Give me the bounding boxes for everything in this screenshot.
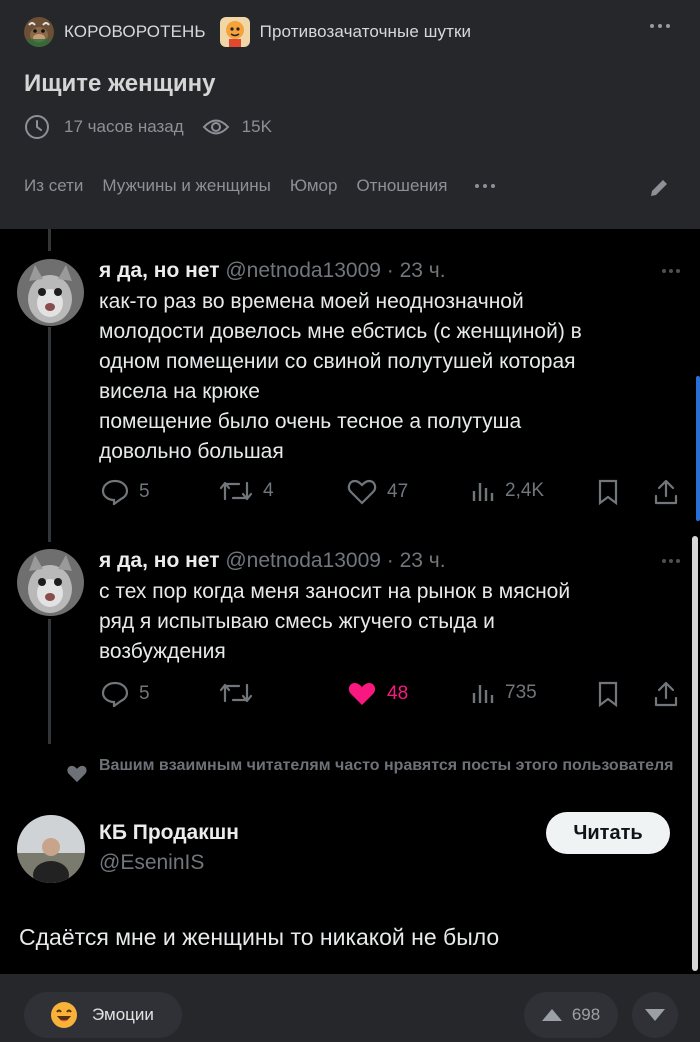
reply-action: 5 (101, 681, 150, 707)
tag-list: Из сети Мужчины и женщины Юмор Отношения (24, 176, 495, 196)
tweet-header: я да, но нет @netnoda13009 · 23 ч. (99, 259, 446, 283)
post-footer: Эмоции 698 (0, 974, 700, 1042)
upvote-button[interactable]: 698 (524, 992, 618, 1038)
suggestion-text: Вашим взаимным читателям часто нравятся … (99, 757, 674, 774)
avatar (17, 549, 84, 616)
more-dots-icon (662, 269, 680, 273)
reply-icon (101, 479, 129, 505)
share-icon (653, 478, 689, 506)
more-dots-icon (662, 559, 680, 563)
scrollbar (692, 536, 698, 971)
downvote-button[interactable] (632, 992, 678, 1038)
avatar (17, 259, 84, 326)
bar-chart-icon (472, 685, 494, 703)
subcommunity-avatar-icon[interactable] (219, 17, 250, 47)
tweet-text: с тех пор когда меня заносит на рынок в … (99, 580, 571, 663)
tweet-handle: @netnoda13009 · 23 ч. (225, 549, 446, 572)
avatar (17, 815, 85, 883)
view-count: 15K (241, 117, 272, 136)
scroll-indicator (696, 376, 700, 521)
tag-item[interactable]: Из сети (24, 176, 83, 196)
triangle-up-icon (541, 1009, 562, 1021)
suggested-user-handle: @EseninIS (99, 851, 205, 874)
community-name-link[interactable]: КОРОВОРОТЕНЬ (64, 22, 206, 42)
suggested-user-name: КБ Продакшн (99, 821, 239, 844)
reply-icon (101, 681, 129, 707)
laughing-emoji-icon (50, 1001, 78, 1029)
breadcrumb: КОРОВОРОТЕНЬ Противозачаточные шутки (24, 16, 485, 48)
heart-icon (66, 764, 88, 789)
tweet-text: Сдаётся мне и женщины то никакой не было (19, 924, 500, 950)
tweet-header: я да, но нет @netnoda13009 · 23 ч. (99, 549, 446, 573)
eye-icon (202, 117, 230, 137)
more-tags-icon[interactable] (474, 184, 495, 188)
bookmark-icon (597, 681, 629, 707)
thread-line (48, 229, 51, 251)
tag-item[interactable]: Отношения (356, 176, 447, 196)
emotions-button[interactable]: Эмоции (24, 992, 182, 1038)
tag-item[interactable]: Мужчины и женщины (102, 176, 270, 196)
tag-item[interactable]: Юмор (290, 176, 338, 196)
retweet-icon (219, 683, 253, 703)
retweet-action: 4 (219, 479, 274, 503)
post-meta: 17 часов назад 15K (24, 114, 272, 140)
tweet-author-name: я да, но нет (99, 259, 220, 282)
post-header: КОРОВОРОТЕНЬ Противозачаточные шутки Ищи… (0, 0, 700, 229)
emotions-label: Эмоции (92, 1005, 154, 1024)
tweet-text: как-то раз во времена моей неоднозначной… (99, 290, 582, 463)
reply-action: 5 (101, 479, 150, 505)
clock-icon (24, 114, 50, 140)
pencil-icon[interactable] (648, 177, 670, 204)
community-avatar-icon[interactable] (24, 17, 54, 47)
heart-icon (347, 479, 377, 505)
post-title[interactable]: Ищите женщину (24, 70, 215, 98)
post-time: 17 часов назад (64, 117, 184, 136)
heart-filled-icon (348, 683, 376, 705)
views-action: 735 (471, 681, 537, 705)
tweet-author-name: я да, но нет (99, 549, 220, 572)
thread-line (48, 327, 51, 542)
bar-chart-icon (472, 483, 494, 501)
post-image: я да, но нет @netnoda13009 · 23 ч. как-т… (0, 229, 700, 974)
retweet-action (219, 681, 263, 705)
retweet-icon (219, 481, 253, 501)
like-action: 48 (347, 681, 408, 707)
follow-button: Читать (546, 812, 670, 854)
like-action: 47 (347, 479, 408, 505)
rating-count: 698 (571, 1005, 601, 1024)
triangle-down-icon (645, 1009, 665, 1021)
bookmark-icon (597, 479, 629, 505)
subcommunity-name-link[interactable]: Противозачаточные шутки (260, 22, 471, 42)
views-action: 2,4K (471, 479, 544, 503)
share-icon (653, 680, 689, 708)
tweet-handle: @netnoda13009 · 23 ч. (225, 259, 446, 282)
more-dots-icon[interactable] (650, 24, 670, 28)
thread-line (48, 619, 51, 744)
